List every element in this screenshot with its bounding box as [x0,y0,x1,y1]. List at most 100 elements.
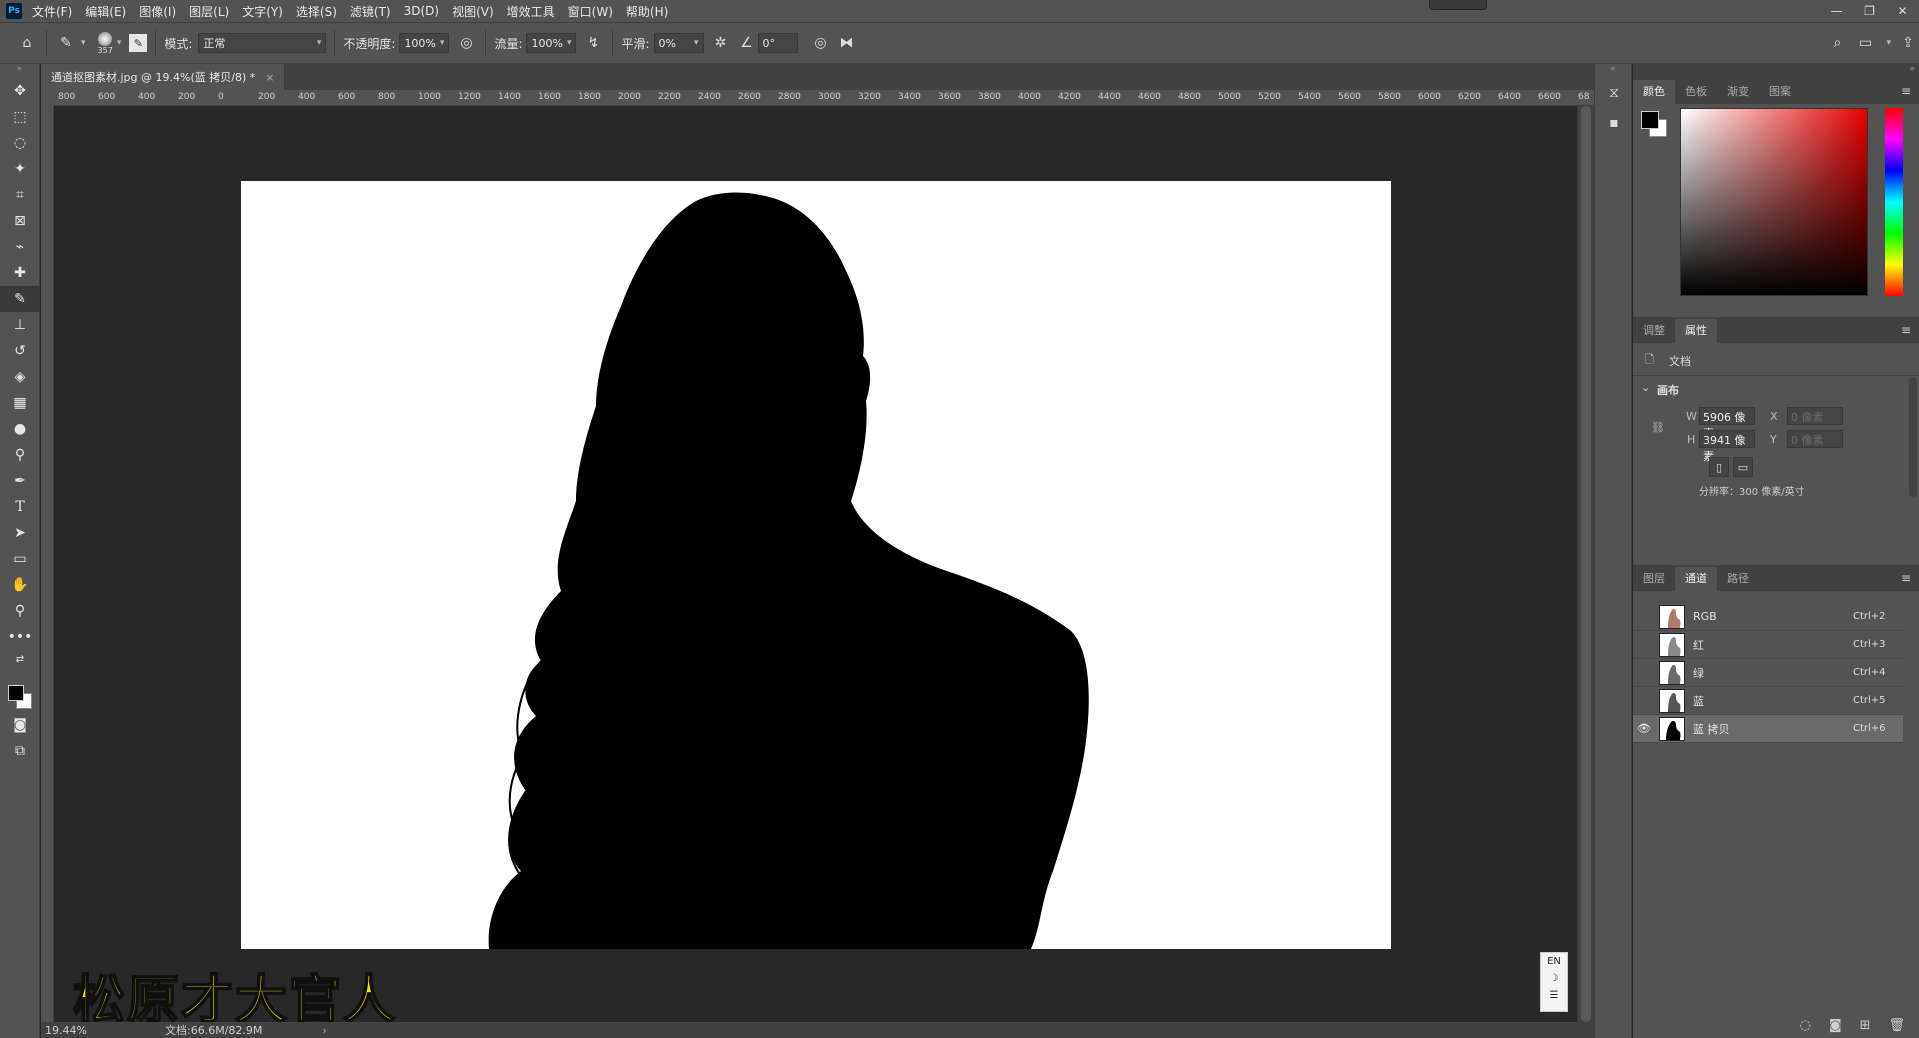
menu-3d[interactable]: 3D(D) [404,4,439,18]
chevron-down-icon[interactable]: ▾ [81,38,86,48]
x-input[interactable]: 0 像素 [1787,407,1843,425]
trash-icon[interactable]: 🗑 [1888,1018,1905,1033]
ime-language[interactable]: EN [1541,953,1567,970]
pressure-opacity-icon[interactable]: ◎ [455,32,477,54]
ime-toolbar[interactable]: EN ☽ ☰ [1540,952,1568,1012]
menu-edit[interactable]: 编辑(E) [85,3,126,20]
minimize-button[interactable]: — [1820,0,1853,22]
move-tool-icon[interactable]: ✥ [0,78,40,104]
portrait-orientation-icon[interactable]: ▯ [1709,457,1729,477]
menu-plugins[interactable]: 增效工具 [507,3,555,20]
more-tools-icon[interactable]: ••• [0,624,40,650]
menu-view[interactable]: 视图(V) [452,3,494,20]
airbrush-icon[interactable]: ↯ [582,32,604,54]
document-tab[interactable]: 通道抠图素材.jpg @ 19.4%(蓝 拷贝/8) * × [41,64,286,90]
y-input[interactable]: 0 像素 [1787,430,1843,448]
collapse-panels-icon[interactable]: « [1595,64,1631,78]
notification-tab[interactable] [1429,0,1487,10]
close-icon[interactable]: × [265,71,274,84]
hue-slider[interactable] [1885,108,1903,296]
color-picker-field[interactable] [1680,108,1868,296]
menu-layer[interactable]: 图层(L) [189,3,229,20]
symmetry-icon[interactable]: ⧓ [836,32,858,54]
chevron-right-icon[interactable]: › [322,1024,326,1037]
comments-icon[interactable]: ▪ [1595,108,1633,138]
landscape-orientation-icon[interactable]: ▭ [1733,457,1753,477]
tab-adjustments[interactable]: 调整 [1633,319,1675,343]
workspace-icon[interactable]: ▭ [1854,32,1876,54]
channel-row-rgb[interactable]: RGB Ctrl+2 [1633,603,1903,631]
tab-swatches[interactable]: 色板 [1675,80,1717,104]
hand-tool-icon[interactable]: ✋ [0,572,40,598]
share-icon[interactable]: ⇪ [1897,32,1919,54]
restore-button[interactable]: ❐ [1853,0,1886,22]
menu-help[interactable]: 帮助(H) [626,3,668,20]
menu-file[interactable]: 文件(F) [32,3,72,20]
tab-patterns[interactable]: 图案 [1759,80,1801,104]
magic-wand-tool-icon[interactable]: ✦ [0,156,40,182]
gear-icon[interactable]: ✲ [710,32,732,54]
document-canvas[interactable] [241,181,1391,949]
brush-tool-icon[interactable]: ✎ [0,286,40,312]
color-foreground-swatch[interactable] [1641,111,1659,129]
gradient-tool-icon[interactable]: ▦ [0,390,40,416]
path-selection-tool-icon[interactable]: ➤ [0,520,40,546]
angle-input[interactable]: 0° [757,33,798,53]
menu-type[interactable]: 文字(Y) [242,3,283,20]
panel-menu-icon[interactable]: ≡ [1901,323,1911,337]
pen-tool-icon[interactable]: ✒ [0,468,40,494]
collapse-dock-icon[interactable]: » [1633,64,1919,78]
marquee-tool-icon[interactable]: ⬚ [0,104,40,130]
rectangle-tool-icon[interactable]: ▭ [0,546,40,572]
tab-layers[interactable]: 图层 [1633,567,1675,591]
eyedropper-tool-icon[interactable]: ⌁ [0,234,40,260]
new-channel-icon[interactable]: ⊞ [1860,1018,1871,1033]
opacity-input[interactable]: 100% ▾ [399,33,450,53]
height-input[interactable]: 3941 像素 [1699,430,1755,463]
swap-colors-icon[interactable]: ⇄ [0,650,40,668]
close-window-button[interactable]: ✕ [1886,0,1919,22]
brush-size-picker[interactable]: 357 [98,31,113,55]
brush-tool-preset-icon[interactable]: ✎ [55,32,77,54]
panel-menu-icon[interactable]: ≡ [1901,84,1911,98]
moon-icon[interactable]: ☽ [1541,970,1567,987]
menu-select[interactable]: 选择(S) [296,3,337,20]
link-icon[interactable]: ⛓ [1651,421,1665,434]
home-icon[interactable]: ⌂ [16,32,38,54]
type-tool-icon[interactable]: T [0,494,40,520]
menu-window[interactable]: 窗口(W) [568,3,613,20]
healing-brush-tool-icon[interactable]: ✚ [0,260,40,286]
quick-mask-icon[interactable]: ◙ [0,712,40,738]
chevron-down-icon[interactable]: ▾ [117,38,122,48]
channel-row-red[interactable]: 红 Ctrl+3 [1633,631,1903,659]
crop-tool-icon[interactable]: ⌗ [0,182,40,208]
tab-properties[interactable]: 属性 [1675,319,1717,343]
width-input[interactable]: 5906 像素 [1699,407,1755,440]
properties-scrollbar[interactable] [1909,377,1917,497]
eraser-tool-icon[interactable]: ◈ [0,364,40,390]
channel-row-blue[interactable]: 蓝 Ctrl+5 [1633,687,1903,715]
panel-menu-icon[interactable]: ≡ [1901,571,1911,585]
screen-mode-icon[interactable]: ⧉ [0,738,40,764]
dodge-tool-icon[interactable]: ⚲ [0,442,40,468]
tab-gradients[interactable]: 渐变 [1717,80,1759,104]
smoothing-input[interactable]: 0% ▾ [653,33,704,53]
collapse-tools-icon[interactable]: » [0,64,39,78]
tab-color[interactable]: 颜色 [1633,80,1675,104]
menu-filter[interactable]: 滤镜(T) [350,3,391,20]
pressure-size-icon[interactable]: ◎ [810,32,832,54]
history-icon[interactable]: ⧖ [1595,78,1633,108]
eye-icon[interactable]: 👁 [1633,722,1655,735]
tab-channels[interactable]: 通道 [1675,567,1717,591]
zoom-tool-icon[interactable]: ⚲ [0,598,40,624]
frame-tool-icon[interactable]: ⊠ [0,208,40,234]
menu-image[interactable]: 图像(I) [139,3,176,20]
flow-input[interactable]: 100% ▾ [526,33,577,53]
mode-select[interactable]: 正常 ▾ [198,33,327,53]
brush-settings-icon[interactable]: ✎ [129,34,148,52]
history-brush-tool-icon[interactable]: ↺ [0,338,40,364]
scrollbar-thumb[interactable] [1581,106,1591,1022]
chevron-down-icon[interactable]: ⌄ [1641,381,1650,394]
foreground-color-swatch[interactable] [8,685,24,701]
lasso-tool-icon[interactable]: ◌ [0,130,40,156]
